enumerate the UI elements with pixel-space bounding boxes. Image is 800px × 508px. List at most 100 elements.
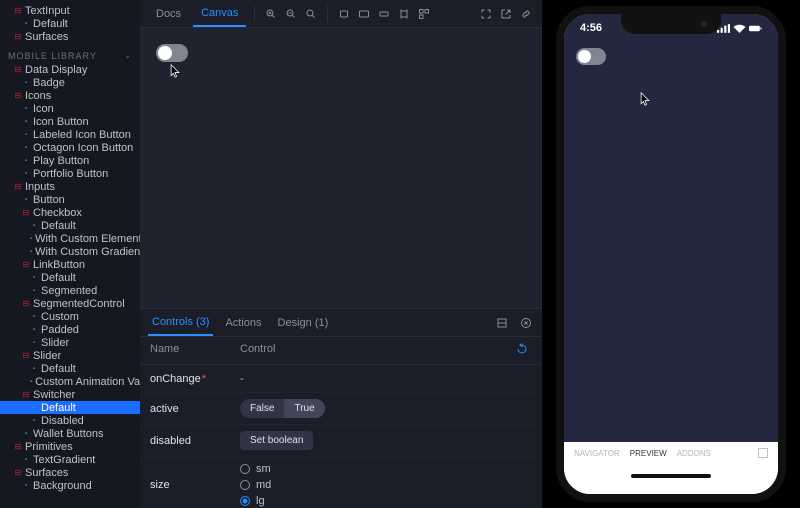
- sidebar-item[interactable]: ⊟LinkButton: [0, 258, 140, 271]
- sidebar-item[interactable]: ⊟Checkbox: [0, 206, 140, 219]
- zoom-reset-icon[interactable]: [303, 6, 319, 22]
- measure-icon[interactable]: [396, 6, 412, 22]
- sidebar-item[interactable]: ⊟SegmentedControl: [0, 297, 140, 310]
- sidebar-item[interactable]: ▪Background: [0, 479, 140, 492]
- device-tab-addons[interactable]: ADDONS: [677, 449, 711, 458]
- sidebar-item[interactable]: ▪Icon: [0, 102, 140, 115]
- viewport-large-icon[interactable]: [376, 6, 392, 22]
- panel-tab-actions[interactable]: Actions: [221, 311, 265, 335]
- control-name: active: [150, 403, 240, 415]
- sidebar-item[interactable]: ▪Octagon Icon Button: [0, 141, 140, 154]
- segmented-option[interactable]: True: [284, 399, 324, 418]
- phone-screen[interactable]: [564, 14, 778, 442]
- outline-icon[interactable]: [416, 6, 432, 22]
- sidebar-item[interactable]: ⊟Surfaces: [0, 466, 140, 479]
- device-preview-panel: 4:56 NAVIGATOR PREVIEW ADDONS: [542, 0, 800, 508]
- collapse-icon: ⊟: [22, 260, 30, 269]
- control-name: disabled: [150, 435, 240, 447]
- panel-tab-design[interactable]: Design (1): [274, 311, 333, 335]
- tab-docs[interactable]: Docs: [148, 2, 189, 26]
- sidebar-item[interactable]: ⊟Primitives: [0, 440, 140, 453]
- switcher-on-device[interactable]: [576, 48, 606, 65]
- set-boolean-button[interactable]: Set boolean: [240, 431, 313, 450]
- zoom-in-icon[interactable]: [263, 6, 279, 22]
- story-icon: ▪: [30, 418, 38, 424]
- sidebar-item[interactable]: ▪Slider: [0, 336, 140, 349]
- fullscreen-icon[interactable]: [478, 6, 494, 22]
- sidebar-item-label: Custom Animation Value: [35, 376, 140, 388]
- sidebar-item-label: Slider: [41, 337, 69, 349]
- sidebar-item[interactable]: ▪Play Button: [0, 154, 140, 167]
- story-icon: ▪: [30, 275, 38, 281]
- sidebar-item-label: Portfolio Button: [33, 168, 108, 180]
- radio-option[interactable]: md: [240, 479, 271, 491]
- reset-controls-icon[interactable]: [516, 343, 532, 358]
- device-tab-navigator[interactable]: NAVIGATOR: [574, 449, 620, 458]
- control-row: sizesm md lg: [140, 457, 542, 508]
- story-icon: ▪: [22, 80, 30, 86]
- canvas[interactable]: [140, 28, 542, 308]
- sidebar-item[interactable]: ▪Default: [0, 219, 140, 232]
- sidebar-item[interactable]: ▪Default: [0, 17, 140, 30]
- sidebar-item-label: Custom: [41, 311, 79, 323]
- device-checkbox[interactable]: [758, 448, 768, 458]
- tab-canvas[interactable]: Canvas: [193, 1, 246, 27]
- viewport-small-icon[interactable]: [336, 6, 352, 22]
- home-indicator: [631, 474, 711, 478]
- sidebar-section-title[interactable]: MOBILE LIBRARY⌄: [0, 43, 140, 63]
- sidebar-item[interactable]: ▪Segmented: [0, 284, 140, 297]
- sidebar-item-label: Default: [41, 402, 76, 414]
- segmented-option[interactable]: False: [240, 399, 284, 418]
- sidebar: ⊟TextInput▪Default⊟Surfaces MOBILE LIBRA…: [0, 0, 140, 508]
- sidebar-item[interactable]: ⊟Icons: [0, 89, 140, 102]
- sidebar-item[interactable]: ⊟Inputs: [0, 180, 140, 193]
- sidebar-item[interactable]: ▪With Custom Element: [0, 232, 140, 245]
- story-icon: ▪: [30, 405, 38, 411]
- sidebar-item[interactable]: ▪Button: [0, 193, 140, 206]
- sidebar-item[interactable]: ⊟TextInput: [0, 4, 140, 17]
- panel-expand-icon[interactable]: [494, 315, 510, 331]
- zoom-out-icon[interactable]: [283, 6, 299, 22]
- radio-option[interactable]: lg: [240, 495, 271, 507]
- sidebar-item[interactable]: ⊟Surfaces: [0, 30, 140, 43]
- sidebar-item[interactable]: ▪Disabled: [0, 414, 140, 427]
- device-tab-preview[interactable]: PREVIEW: [630, 449, 667, 458]
- viewport-medium-icon[interactable]: [356, 6, 372, 22]
- sidebar-item[interactable]: ▪TextGradient: [0, 453, 140, 466]
- switcher-preview[interactable]: [156, 44, 188, 62]
- sidebar-item[interactable]: ⊟Slider: [0, 349, 140, 362]
- sidebar-item[interactable]: ▪Portfolio Button: [0, 167, 140, 180]
- radio-label: md: [256, 479, 271, 491]
- sidebar-item-label: Play Button: [33, 155, 89, 167]
- sidebar-item[interactable]: ▪Icon Button: [0, 115, 140, 128]
- sidebar-item[interactable]: ▪Default: [0, 271, 140, 284]
- link-icon[interactable]: [518, 6, 534, 22]
- sidebar-item[interactable]: ▪Custom: [0, 310, 140, 323]
- segmented-control[interactable]: FalseTrue: [240, 399, 325, 418]
- radio-option[interactable]: sm: [240, 463, 271, 475]
- sidebar-item[interactable]: ▪Badge: [0, 76, 140, 89]
- control-name: size: [150, 479, 240, 491]
- sidebar-item[interactable]: ▪Wallet Buttons: [0, 427, 140, 440]
- sidebar-item-label: Slider: [33, 350, 61, 362]
- sidebar-item[interactable]: ⊟Data Display: [0, 63, 140, 76]
- open-external-icon[interactable]: [498, 6, 514, 22]
- sidebar-item[interactable]: ⊟Switcher: [0, 388, 140, 401]
- col-control: Control: [240, 343, 516, 358]
- control-value: -: [240, 373, 244, 385]
- collapse-icon: ⊟: [14, 65, 22, 74]
- col-name: Name: [150, 343, 240, 358]
- sidebar-item[interactable]: ▪Labeled Icon Button: [0, 128, 140, 141]
- story-icon: ▪: [22, 158, 30, 164]
- sidebar-item[interactable]: ▪Padded: [0, 323, 140, 336]
- panel-close-icon[interactable]: [518, 315, 534, 331]
- sidebar-item[interactable]: ▪Default: [0, 401, 140, 414]
- sidebar-item[interactable]: ▪Custom Animation Value: [0, 375, 140, 388]
- control-name: onChange*: [150, 373, 240, 385]
- sidebar-item-label: LinkButton: [33, 259, 85, 271]
- collapse-icon: ⊟: [22, 208, 30, 217]
- sidebar-item[interactable]: ▪Default: [0, 362, 140, 375]
- sidebar-item-label: Primitives: [25, 441, 73, 453]
- sidebar-item[interactable]: ▪With Custom Gradient: [0, 245, 140, 258]
- panel-tab-controls[interactable]: Controls (3): [148, 310, 213, 336]
